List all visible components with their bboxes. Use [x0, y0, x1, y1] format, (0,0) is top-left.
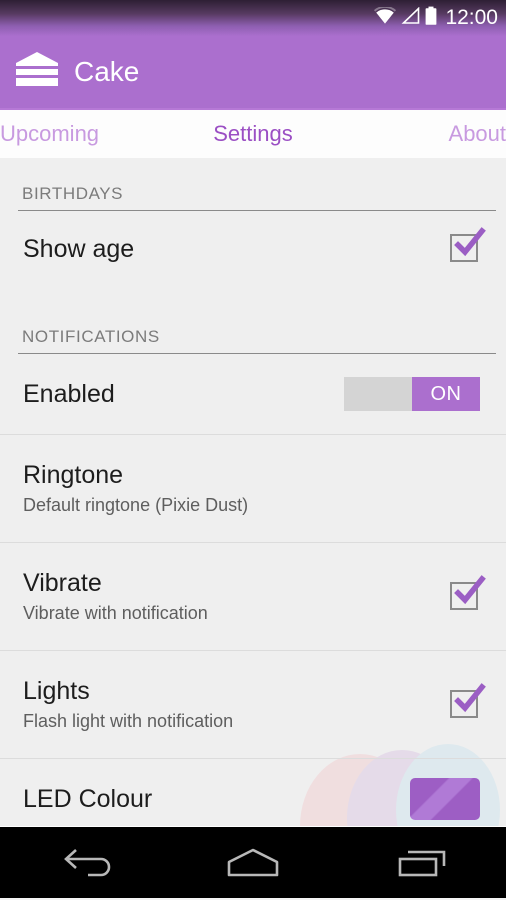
row-text-group: Lights Flash light with notification — [23, 677, 233, 733]
nav-back-button[interactable] — [39, 835, 129, 891]
home-icon — [227, 848, 279, 876]
row-led-colour[interactable]: LED Colour — [0, 759, 506, 826]
checkmark-icon — [454, 682, 486, 712]
row-lights[interactable]: Lights Flash light with notification — [0, 651, 506, 758]
status-icon-group — [373, 5, 438, 31]
back-arrow-icon — [64, 848, 111, 876]
tab-settings[interactable]: Settings — [169, 121, 338, 147]
checkmark-icon — [454, 574, 486, 604]
cake-slice-icon — [14, 50, 60, 95]
row-title: Ringtone — [23, 460, 124, 489]
vibrate-checkbox[interactable] — [450, 574, 486, 612]
switch-track: ON — [344, 377, 480, 411]
section-header-notifications: NOTIFICATIONS — [22, 327, 160, 346]
row-title: LED Colour — [23, 784, 153, 813]
show-age-checkbox[interactable] — [450, 227, 486, 264]
row-subtitle: Default ringtone (Pixie Dust) — [23, 495, 249, 516]
recents-icon — [398, 850, 445, 876]
android-nav-bar — [0, 826, 506, 898]
row-enabled[interactable]: Enabled ON — [0, 354, 506, 434]
app-title: Cake — [74, 56, 140, 87]
phone-screen: 12:00 Cake Upcoming Settings About BIRTH… — [0, 0, 506, 900]
led-colour-swatch[interactable] — [410, 778, 480, 820]
checkmark-icon — [454, 227, 486, 257]
signal-icon — [400, 6, 421, 30]
battery-icon — [424, 6, 438, 31]
row-subtitle: Flash light with notification — [23, 711, 234, 732]
row-text-group: Enabled — [23, 380, 115, 409]
row-ringtone[interactable]: Ringtone Default ringtone (Pixie Dust) — [0, 435, 506, 542]
row-text-group: Ringtone Default ringtone (Pixie Dust) — [23, 461, 248, 517]
wifi-icon — [373, 5, 397, 30]
section-header-birthdays: BIRTHDAYS — [22, 184, 124, 203]
row-vibrate[interactable]: Vibrate Vibrate with notification — [0, 543, 506, 650]
switch-thumb: ON — [412, 377, 480, 411]
nav-recents-button[interactable] — [377, 835, 467, 891]
row-title: Show age — [23, 234, 135, 263]
settings-list[interactable]: BIRTHDAYS Show age NOTIFICATIONS Enabled — [0, 158, 506, 826]
row-text-group: Vibrate Vibrate with notification — [23, 569, 208, 625]
lights-checkbox[interactable] — [450, 682, 486, 720]
row-text-group: Show age — [23, 235, 134, 264]
status-bar: 12:00 — [0, 0, 506, 36]
row-title: Vibrate — [23, 568, 102, 597]
row-title: Enabled — [23, 379, 115, 408]
row-subtitle: Vibrate with notification — [23, 603, 208, 624]
row-title: Lights — [23, 676, 90, 705]
row-text-group: LED Colour — [23, 785, 152, 814]
status-clock: 12:00 — [445, 6, 498, 29]
nav-home-button[interactable] — [208, 835, 298, 891]
app-bar: Cake — [0, 36, 506, 108]
tab-bar: Upcoming Settings About — [0, 108, 506, 158]
tab-about[interactable]: About — [337, 121, 506, 147]
tab-upcoming[interactable]: Upcoming — [0, 121, 169, 147]
row-show-age[interactable]: Show age — [0, 211, 506, 287]
notifications-enabled-switch[interactable]: ON — [344, 377, 480, 411]
